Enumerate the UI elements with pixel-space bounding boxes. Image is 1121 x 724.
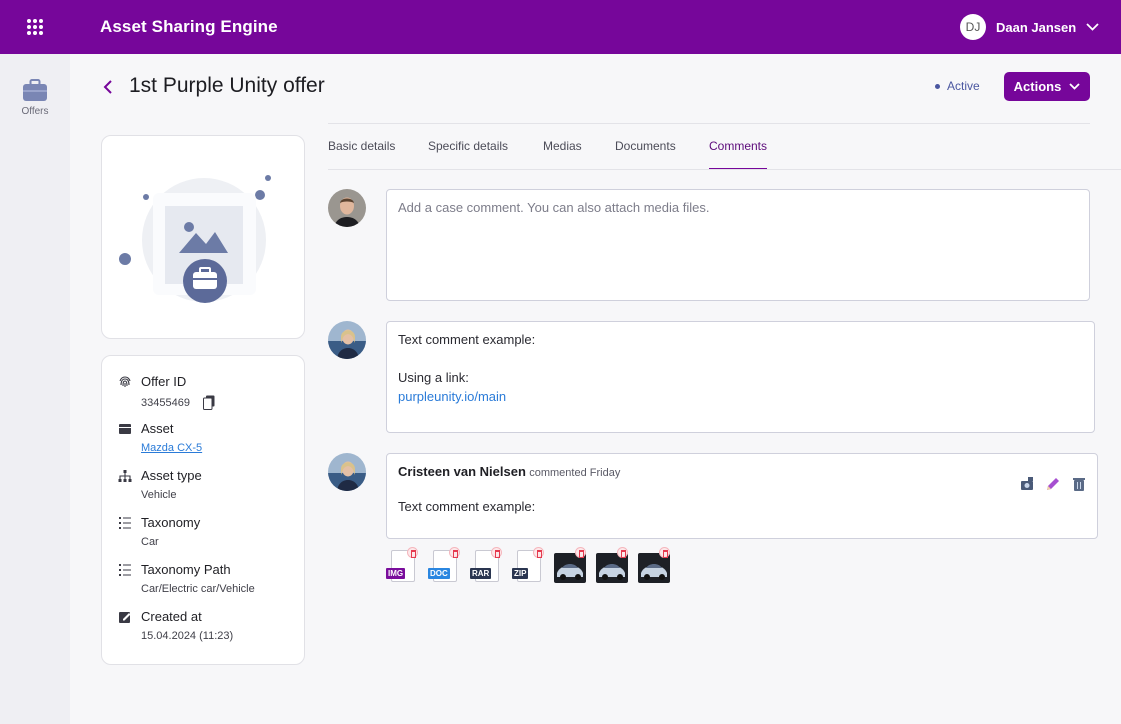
edit-note-icon	[119, 611, 131, 623]
top-bar: Asset Sharing Engine DJ Daan Jansen	[0, 0, 1121, 54]
tab-specific-details[interactable]: Specific details	[428, 139, 508, 170]
attachment-file[interactable]: IMG	[386, 547, 418, 583]
detail-taxonomy: Taxonomy Car	[118, 515, 200, 548]
briefcase-icon	[23, 79, 47, 101]
comment-link[interactable]: purpleunity.io/main	[398, 389, 1083, 408]
attachment-image[interactable]	[638, 547, 670, 583]
tab-medias[interactable]: Medias	[543, 139, 582, 170]
asset-type-value: Vehicle	[141, 489, 177, 501]
remove-attachment-icon[interactable]	[533, 547, 544, 558]
remove-attachment-icon[interactable]	[491, 547, 502, 558]
detail-offer-id: Offer ID 33455469	[118, 374, 215, 410]
offer-details-card: Offer ID 33455469 Asset Mazda CX-5 Asset…	[101, 355, 305, 665]
header-divider	[328, 123, 1090, 124]
comment-text: Using a link:	[398, 370, 469, 385]
user-name: Daan Jansen	[996, 19, 1077, 35]
detail-label: Asset	[141, 421, 174, 436]
file-type-tag: DOC	[428, 568, 450, 579]
asset-link[interactable]: Mazda CX-5	[141, 442, 202, 454]
comment-input[interactable]	[387, 190, 1089, 300]
chevron-down-icon	[1086, 23, 1099, 31]
tabs-divider	[328, 169, 1121, 170]
attachment-image[interactable]	[554, 547, 586, 583]
comment-header: Cristeen van Nielsen commented Friday	[398, 464, 1086, 479]
remove-attachment-icon[interactable]	[617, 547, 628, 558]
avatar-photo	[328, 321, 366, 359]
asset-image-card	[101, 135, 305, 339]
file-type-tag: RAR	[470, 568, 492, 579]
hierarchy-icon	[118, 469, 132, 482]
user-avatar: DJ	[960, 14, 986, 40]
sidebar-item-offers[interactable]: Offers	[0, 78, 70, 117]
actions-button-label: Actions	[1013, 79, 1062, 94]
comment-text: Text comment example:	[398, 332, 536, 347]
file-type-tag: IMG	[386, 568, 406, 579]
fingerprint-icon	[119, 375, 131, 387]
status-badge: Active	[935, 79, 980, 93]
apps-grid-icon[interactable]	[27, 19, 43, 35]
status-label: Active	[947, 79, 980, 93]
detail-label: Offer ID	[141, 374, 187, 389]
edit-pencil-icon[interactable]	[1045, 476, 1061, 492]
copy-icon[interactable]	[202, 395, 215, 410]
file-type-tag: ZIP	[512, 568, 529, 579]
detail-taxonomy-path: Taxonomy Path Car/Electric car/Vehicle	[118, 562, 255, 595]
detail-label: Created at	[141, 609, 202, 624]
avatar	[328, 321, 366, 359]
comment-card: Text comment example: Using a link: purp…	[386, 321, 1095, 433]
back-arrow-icon[interactable]	[100, 77, 118, 97]
list-icon	[119, 516, 131, 529]
comment-card: Cristeen van Nielsen commented Friday Te…	[386, 453, 1098, 539]
actions-button[interactable]: Actions	[1004, 72, 1090, 101]
avatar	[328, 453, 366, 491]
comment-author: Cristeen van Nielsen	[398, 464, 526, 479]
detail-asset: Asset Mazda CX-5	[118, 421, 202, 454]
status-dot-icon	[935, 83, 940, 89]
detail-asset-type: Asset type Vehicle	[118, 468, 202, 501]
taxonomy-value: Car	[141, 536, 159, 548]
remove-attachment-icon[interactable]	[659, 547, 670, 558]
new-comment-box[interactable]	[386, 189, 1090, 301]
remove-attachment-icon[interactable]	[407, 547, 418, 558]
created-at-value: 15.04.2024 (11:23)	[141, 630, 234, 642]
tab-documents[interactable]: Documents	[615, 139, 676, 170]
detail-label: Taxonomy	[141, 515, 201, 530]
list-icon	[119, 563, 131, 576]
tab-comments[interactable]: Comments	[709, 139, 768, 170]
detail-created-at: Created at 15.04.2024 (11:23)	[118, 609, 233, 642]
remove-attachment-icon[interactable]	[575, 547, 586, 558]
comment-meta: commented Friday	[529, 467, 621, 479]
remove-attachment-icon[interactable]	[449, 547, 460, 558]
offer-id-value: 33455469	[141, 396, 190, 409]
attachment-file[interactable]: RAR	[470, 547, 502, 583]
asset-icon	[119, 423, 131, 434]
attachment-file[interactable]: ZIP	[512, 547, 544, 583]
attachment-file[interactable]: DOC	[428, 547, 460, 583]
tab-basic-details[interactable]: Basic details	[328, 139, 395, 170]
chevron-down-icon	[1069, 83, 1080, 90]
detail-label: Taxonomy Path	[141, 562, 231, 577]
taxonomy-path-value: Car/Electric car/Vehicle	[141, 583, 255, 595]
app-title: Asset Sharing Engine	[100, 17, 278, 36]
page-title: 1st Purple Unity offer	[129, 74, 325, 97]
comment-tools	[1019, 476, 1087, 492]
avatar-photo	[328, 453, 366, 491]
attachment-image[interactable]	[596, 547, 628, 583]
user-menu[interactable]: DJ Daan Jansen	[960, 14, 1099, 40]
detail-label: Asset type	[141, 468, 202, 483]
trash-icon[interactable]	[1071, 476, 1087, 492]
attach-media-icon[interactable]	[1019, 476, 1035, 492]
avatar-photo	[328, 189, 366, 227]
image-placeholder-illustration	[119, 175, 271, 303]
comment-spacer	[398, 351, 1083, 370]
comment-text: Text comment example:	[398, 499, 536, 514]
sidebar-item-label: Offers	[21, 106, 49, 117]
avatar	[328, 189, 366, 227]
side-nav: Offers	[0, 54, 70, 724]
attachments-list: IMG DOC RAR ZIP	[386, 547, 670, 583]
